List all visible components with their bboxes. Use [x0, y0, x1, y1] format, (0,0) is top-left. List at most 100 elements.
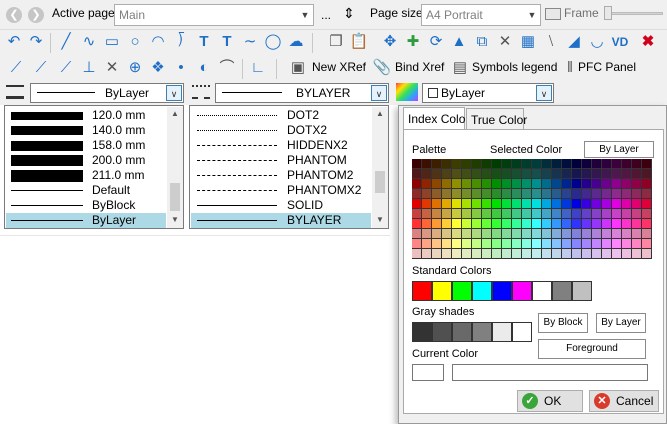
palette-cell[interactable] — [492, 219, 502, 229]
new-xref-icon[interactable]: ▣ — [288, 58, 308, 78]
symbols-legend-icon[interactable]: ▤ — [450, 58, 470, 78]
palette-cell[interactable] — [622, 219, 632, 229]
palette-cell[interactable] — [632, 229, 642, 239]
palette-cell[interactable] — [582, 219, 592, 229]
palette-cell[interactable] — [632, 219, 642, 229]
palette-cell[interactable] — [502, 199, 512, 209]
palette-cell[interactable] — [532, 199, 542, 209]
gray-shade-swatch[interactable] — [412, 322, 432, 342]
palette-cell[interactable] — [612, 229, 622, 239]
copy-icon[interactable]: ❐ — [326, 32, 346, 52]
palette-cell[interactable] — [432, 219, 442, 229]
palette-cell[interactable] — [502, 179, 512, 189]
ok-button[interactable]: ✓ OK — [517, 390, 583, 412]
spline-icon[interactable]: ⟌ — [171, 32, 191, 52]
palette-cell[interactable] — [542, 239, 552, 249]
scale-icon[interactable]: ⧉ — [472, 32, 492, 52]
palette-cell[interactable] — [612, 249, 622, 259]
palette-cell[interactable] — [532, 159, 542, 169]
palette-cell[interactable] — [632, 169, 642, 179]
palette-cell[interactable] — [432, 159, 442, 169]
palette-cell[interactable] — [462, 179, 472, 189]
palette-cell[interactable] — [422, 219, 432, 229]
palette-cell[interactable] — [522, 189, 532, 199]
list-item[interactable]: HIDDENX2 — [191, 138, 371, 153]
cancel-button[interactable]: ✕ Cancel — [589, 390, 659, 412]
palette-cell[interactable] — [452, 199, 462, 209]
palette-cell[interactable] — [642, 249, 652, 259]
list-item[interactable]: DOT2 — [191, 108, 371, 123]
palette-cell[interactable] — [582, 189, 592, 199]
palette-cell[interactable] — [592, 239, 602, 249]
list-item[interactable]: 140.0 mm — [6, 123, 166, 138]
palette-cell[interactable] — [572, 249, 582, 259]
scroll-thumb[interactable] — [375, 171, 385, 193]
palette-cell[interactable] — [642, 179, 652, 189]
snap-point-icon[interactable]: • — [171, 58, 191, 78]
palette-cell[interactable] — [502, 189, 512, 199]
palette-cell[interactable] — [432, 239, 442, 249]
palette-cell[interactable] — [462, 159, 472, 169]
palette-cell[interactable] — [412, 199, 422, 209]
palette-cell[interactable] — [412, 209, 422, 219]
palette-cell[interactable] — [512, 159, 522, 169]
palette-cell[interactable] — [622, 239, 632, 249]
palette-cell[interactable] — [612, 209, 622, 219]
palette-cell[interactable] — [552, 179, 562, 189]
palette-cell[interactable] — [522, 239, 532, 249]
palette-cell[interactable] — [432, 249, 442, 259]
palette-cell[interactable] — [482, 229, 492, 239]
array-icon[interactable]: ▦ — [518, 32, 538, 52]
palette-cell[interactable] — [582, 229, 592, 239]
palette-cell[interactable] — [552, 229, 562, 239]
palette-cell[interactable] — [602, 159, 612, 169]
palette-cell[interactable] — [562, 159, 572, 169]
zoom-slider-track[interactable] — [607, 12, 663, 15]
palette-cell[interactable] — [522, 179, 532, 189]
palette-cell[interactable] — [512, 209, 522, 219]
frame-icon[interactable] — [545, 8, 561, 20]
pfc-panel-button[interactable]: PFC Panel — [578, 60, 636, 74]
by-layer-gray-button[interactable]: By Layer — [596, 313, 646, 333]
palette-cell[interactable] — [562, 229, 572, 239]
palette-cell[interactable] — [552, 239, 562, 249]
palette-cell[interactable] — [472, 159, 482, 169]
by-layer-button[interactable]: By Layer — [584, 141, 654, 158]
palette-cell[interactable] — [492, 199, 502, 209]
palette-cell[interactable] — [522, 199, 532, 209]
palette-cell[interactable] — [492, 239, 502, 249]
palette-cell[interactable] — [482, 239, 492, 249]
palette-cell[interactable] — [462, 189, 472, 199]
list-item-selected[interactable]: BYLAYER — [191, 213, 371, 228]
palette-cell[interactable] — [482, 209, 492, 219]
palette-cell[interactable] — [582, 159, 592, 169]
palette-cell[interactable] — [552, 189, 562, 199]
palette-cell[interactable] — [472, 239, 482, 249]
standard-color-swatch[interactable] — [572, 281, 592, 301]
palette-cell[interactable] — [492, 169, 502, 179]
palette-cell[interactable] — [452, 179, 462, 189]
list-item[interactable]: DOTX2 — [191, 123, 371, 138]
palette-cell[interactable] — [462, 209, 472, 219]
palette-cell[interactable] — [542, 229, 552, 239]
palette-cell[interactable] — [462, 239, 472, 249]
frame-label[interactable]: Frame — [564, 6, 599, 20]
list-item[interactable]: PHANTOMX2 — [191, 183, 371, 198]
standard-color-swatch[interactable] — [552, 281, 572, 301]
palette-cell[interactable] — [492, 229, 502, 239]
palette-cell[interactable] — [452, 189, 462, 199]
list-item[interactable]: ByBlock — [6, 198, 166, 213]
palette-cell[interactable] — [432, 209, 442, 219]
palette-cell[interactable] — [612, 219, 622, 229]
palette-cell[interactable] — [562, 209, 572, 219]
palette-cell[interactable] — [582, 239, 592, 249]
palette-cell[interactable] — [562, 239, 572, 249]
palette-cell[interactable] — [422, 249, 432, 259]
palette-cell[interactable] — [482, 179, 492, 189]
palette-cell[interactable] — [442, 189, 452, 199]
scroll-up-icon[interactable]: ▲ — [372, 107, 388, 121]
palette-cell[interactable] — [532, 189, 542, 199]
copy-move-icon[interactable]: ✚ — [403, 32, 423, 52]
palette-cell[interactable] — [412, 189, 422, 199]
gray-shade-swatch[interactable] — [432, 322, 452, 342]
